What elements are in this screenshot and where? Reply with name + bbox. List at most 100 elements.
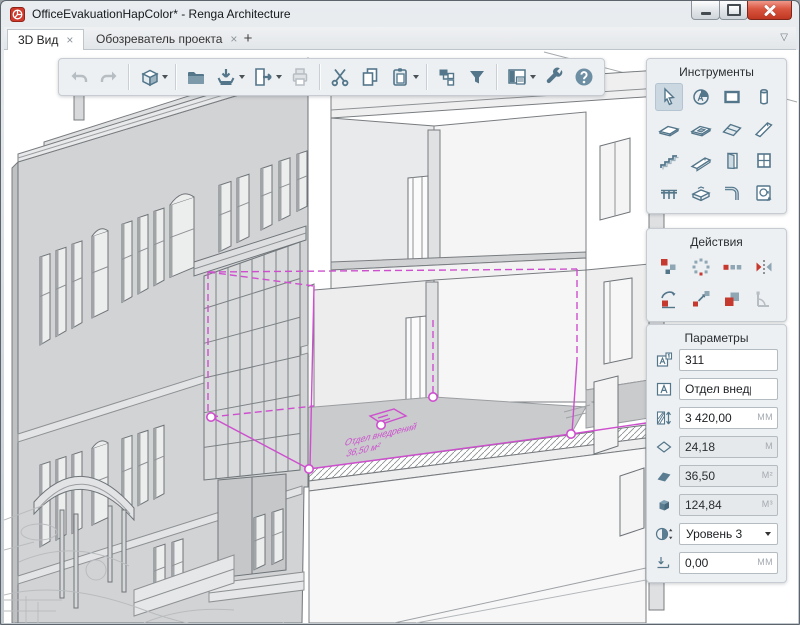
volume-icon: [655, 496, 673, 514]
scale-icon: [689, 287, 713, 311]
height-unit: мм: [757, 412, 773, 422]
tool-plate-button[interactable]: [687, 179, 715, 207]
tab-close-icon[interactable]: ×: [230, 33, 237, 45]
tool-window-button[interactable]: [750, 147, 778, 175]
close-button[interactable]: [747, 1, 792, 20]
action-linear-array-button[interactable]: [718, 253, 746, 281]
tab-bar: 3D Вид × Обозреватель проекта × + ▽: [4, 27, 796, 50]
panels-layout-button[interactable]: [502, 62, 532, 92]
paste-dropdown-icon[interactable]: [413, 75, 419, 79]
railing-icon: [657, 181, 681, 205]
tool-axis-grid-button[interactable]: [687, 83, 715, 111]
window-title: OfficeEvakuationHapColor* - Renga Archit…: [32, 7, 291, 21]
axis-grid-icon: [689, 85, 713, 109]
corner-icon: [752, 287, 776, 311]
save-dropdown-icon[interactable]: [239, 75, 245, 79]
floor-icon: [657, 117, 681, 141]
filter-icon: [465, 65, 489, 89]
beam-icon: [752, 117, 776, 141]
tab-close-icon[interactable]: ×: [66, 34, 73, 46]
paste-button[interactable]: [385, 62, 415, 92]
settings-button[interactable]: [539, 62, 569, 92]
param-row-level: Уровень 3: [655, 523, 778, 545]
3d-view-icon: [137, 65, 161, 89]
window-icon: [752, 149, 776, 173]
export-dropdown-icon[interactable]: [276, 75, 282, 79]
tool-stairs-button[interactable]: [655, 147, 683, 175]
action-corner-button[interactable]: [750, 285, 778, 313]
redo-button[interactable]: [94, 62, 124, 92]
ramp-icon: [689, 149, 713, 173]
export-button[interactable]: [248, 62, 278, 92]
cut-button[interactable]: [325, 62, 355, 92]
actions-panel-title: Действия: [647, 229, 786, 253]
close-icon: [764, 4, 776, 16]
room-number-input[interactable]: [679, 349, 778, 371]
undo-button[interactable]: [64, 62, 94, 92]
level-icon: [655, 525, 673, 543]
tools-panel-title: Инструменты: [647, 59, 786, 83]
print-button[interactable]: [285, 62, 315, 92]
param-row-number: [655, 349, 778, 371]
tab-overflow-icon[interactable]: ▽: [780, 32, 788, 43]
tool-door-button[interactable]: [718, 147, 746, 175]
action-mirror-button[interactable]: [750, 253, 778, 281]
save-button[interactable]: [211, 62, 241, 92]
tab-project-explorer[interactable]: Обозреватель проекта ×: [85, 29, 248, 49]
copy-object-icon: [720, 287, 744, 311]
tool-wall-button[interactable]: [718, 83, 746, 111]
action-rotate-button[interactable]: [655, 285, 683, 313]
tool-roof-button[interactable]: [718, 115, 746, 143]
area-unit: м²: [762, 470, 773, 480]
param-row-volume: м³: [655, 494, 778, 516]
tool-assembly-button[interactable]: [750, 179, 778, 207]
tool-opening-button[interactable]: [687, 115, 715, 143]
cut-icon: [328, 65, 352, 89]
parameters-panel: Параметры: [646, 324, 787, 583]
help-button[interactable]: [569, 62, 599, 92]
roof-icon: [720, 117, 744, 141]
tool-ramp-button[interactable]: [687, 147, 715, 175]
volume-unit: м³: [762, 499, 773, 509]
add-tab-button[interactable]: +: [238, 30, 258, 48]
panels-dropdown-icon[interactable]: [530, 75, 536, 79]
tool-column-button[interactable]: [750, 83, 778, 111]
move-icon: [657, 255, 681, 279]
3d-view-button[interactable]: [134, 62, 164, 92]
tool-beam-button[interactable]: [750, 115, 778, 143]
perimeter-icon: [655, 438, 673, 456]
actions-panel: Действия: [646, 228, 787, 322]
open-project-button[interactable]: [181, 62, 211, 92]
filter-button[interactable]: [462, 62, 492, 92]
level-dropdown-caret-icon: [765, 532, 771, 536]
tool-duct-button[interactable]: [718, 179, 746, 207]
3d-viewport[interactable]: Отдел внедрений 36,50 м²: [4, 50, 798, 623]
action-copy-object-button[interactable]: [718, 285, 746, 313]
action-move-button[interactable]: [655, 253, 683, 281]
room-name-input[interactable]: [679, 378, 778, 400]
redo-icon: [97, 65, 121, 89]
maximize-button[interactable]: [719, 1, 748, 20]
copy-properties-icon: [435, 65, 459, 89]
action-scale-button[interactable]: [687, 285, 715, 313]
3d-view-dropdown-icon[interactable]: [162, 75, 168, 79]
app-window: OfficeEvakuationHapColor* - Renga Archit…: [0, 0, 800, 625]
param-row-height: мм: [655, 407, 778, 429]
panels-layout-icon: [505, 65, 529, 89]
open-folder-icon: [184, 65, 208, 89]
circular-array-icon: [689, 255, 713, 279]
tools-panel: Инструменты: [646, 58, 787, 214]
copy-button[interactable]: [355, 62, 385, 92]
tool-select-button[interactable]: [655, 83, 683, 111]
tab-label: 3D Вид: [18, 33, 58, 47]
minimize-button[interactable]: [691, 1, 720, 20]
rotate-icon: [657, 287, 681, 311]
level-dropdown[interactable]: Уровень 3: [679, 523, 778, 545]
tool-floor-button[interactable]: [655, 115, 683, 143]
tool-railing-button[interactable]: [655, 179, 683, 207]
level-value: Уровень 3: [686, 527, 742, 541]
tab-3d-view[interactable]: 3D Вид ×: [7, 29, 84, 50]
param-row-perimeter: м: [655, 436, 778, 458]
action-circular-array-button[interactable]: [687, 253, 715, 281]
copy-properties-button[interactable]: [432, 62, 462, 92]
